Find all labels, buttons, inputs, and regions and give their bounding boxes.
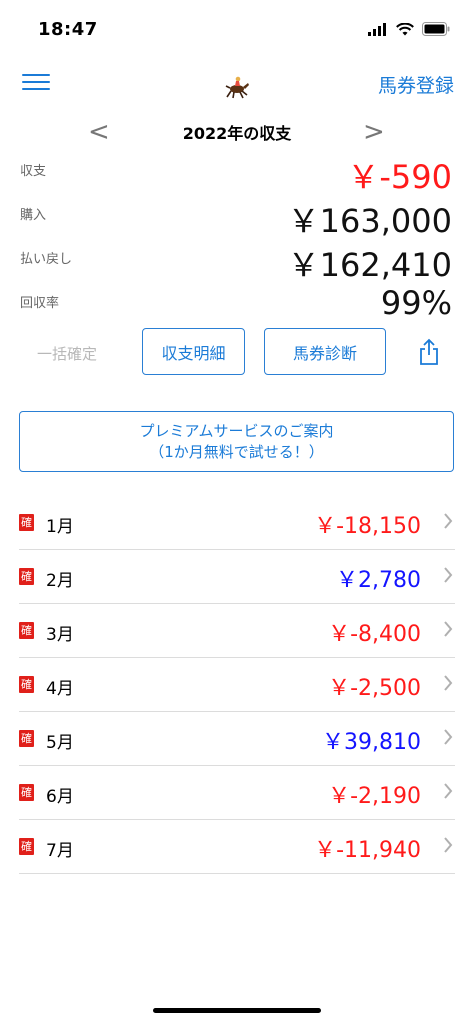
monthly-list: 確 1月 ￥-18,150 確 2月 ￥2,780 確 3月 ￥-8,400 確… — [19, 496, 455, 874]
share-icon[interactable] — [417, 338, 441, 366]
month-amount: ￥-2,190 — [328, 784, 421, 809]
month-row[interactable]: 確 4月 ￥-2,500 — [19, 658, 455, 712]
month-amount: ￥-11,940 — [314, 838, 421, 863]
stat-label: 払い戻し — [20, 252, 73, 267]
chevron-right-icon — [444, 783, 453, 799]
status-bar: 18:47 — [0, 0, 474, 60]
year-title: 2022年の収支 — [182, 124, 292, 143]
year-selector: < 2022年の収支 > — [0, 117, 474, 147]
summary-balance: 収支 ￥-590 — [0, 152, 474, 196]
month-amount: ￥-8,400 — [328, 622, 421, 647]
month-row[interactable]: 確 1月 ￥-18,150 — [19, 496, 455, 550]
month-label: 5月 — [46, 733, 74, 753]
menu-button[interactable] — [22, 74, 50, 96]
income-detail-button[interactable]: 収支明細 — [142, 328, 245, 375]
stat-label: 収支 — [20, 164, 47, 179]
confirmed-badge: 確 — [19, 568, 34, 585]
premium-line-1: プレミアムサービスのご案内 — [139, 422, 334, 440]
month-label: 3月 — [46, 625, 74, 645]
month-amount: ￥-18,150 — [314, 514, 421, 539]
ticket-diagnosis-button[interactable]: 馬券診断 — [264, 328, 386, 375]
month-amount: ￥2,780 — [336, 568, 421, 593]
month-amount: ￥39,810 — [322, 730, 421, 755]
month-row[interactable]: 確 6月 ￥-2,190 — [19, 766, 455, 820]
stat-value: ￥162,410 — [287, 246, 452, 284]
chevron-right-icon — [444, 729, 453, 745]
month-row[interactable]: 確 5月 ￥39,810 — [19, 712, 455, 766]
status-icons — [368, 22, 450, 36]
status-time: 18:47 — [38, 19, 98, 40]
confirmed-badge: 確 — [19, 622, 34, 639]
month-row[interactable]: 確 3月 ￥-8,400 — [19, 604, 455, 658]
wifi-icon — [396, 22, 414, 35]
register-ticket-button[interactable]: 馬券登録 — [378, 71, 454, 98]
month-amount: ￥-2,500 — [328, 676, 421, 701]
chevron-right-icon — [444, 837, 453, 853]
menu-line — [22, 88, 50, 90]
month-label: 1月 — [46, 517, 74, 537]
month-label: 6月 — [46, 787, 74, 807]
racehorse-logo-icon — [225, 76, 249, 99]
premium-service-button[interactable]: プレミアムサービスのご案内 （1か月無料で試せる！） — [19, 411, 454, 472]
chevron-right-icon — [444, 675, 453, 691]
stat-label: 購入 — [20, 208, 47, 223]
home-indicator — [153, 1008, 321, 1013]
summary-payout: 払い戻し ￥162,410 — [0, 240, 474, 284]
stat-value: 99% — [380, 284, 452, 322]
chevron-right-icon — [444, 621, 453, 637]
summary-return-rate: 回収率 99% — [0, 284, 474, 328]
month-label: 7月 — [46, 841, 74, 861]
signal-icon — [368, 22, 386, 36]
menu-line — [22, 74, 50, 76]
chevron-right-icon — [444, 513, 453, 529]
confirmed-badge: 確 — [19, 784, 34, 801]
confirmed-badge: 確 — [19, 838, 34, 855]
month-row[interactable]: 確 2月 ￥2,780 — [19, 550, 455, 604]
month-label: 4月 — [46, 679, 74, 699]
stat-value: ￥163,000 — [287, 202, 452, 240]
menu-line — [22, 81, 50, 83]
confirmed-badge: 確 — [19, 676, 34, 693]
bulk-confirm-button[interactable]: 一括確定 — [37, 343, 97, 364]
summary-purchase: 購入 ￥163,000 — [0, 196, 474, 240]
month-row[interactable]: 確 7月 ￥-11,940 — [19, 820, 455, 874]
stat-value: ￥-590 — [347, 158, 452, 196]
battery-icon — [422, 22, 450, 36]
next-year-button[interactable]: > — [363, 117, 385, 147]
action-buttons: 一括確定 収支明細 馬券診断 — [0, 328, 474, 378]
stat-label: 回収率 — [20, 296, 60, 311]
chevron-right-icon — [444, 567, 453, 583]
confirmed-badge: 確 — [19, 730, 34, 747]
premium-line-2: （1か月無料で試せる！） — [149, 443, 324, 461]
navigation-bar: 馬券登録 — [0, 60, 474, 110]
month-label: 2月 — [46, 571, 74, 591]
confirmed-badge: 確 — [19, 514, 34, 531]
